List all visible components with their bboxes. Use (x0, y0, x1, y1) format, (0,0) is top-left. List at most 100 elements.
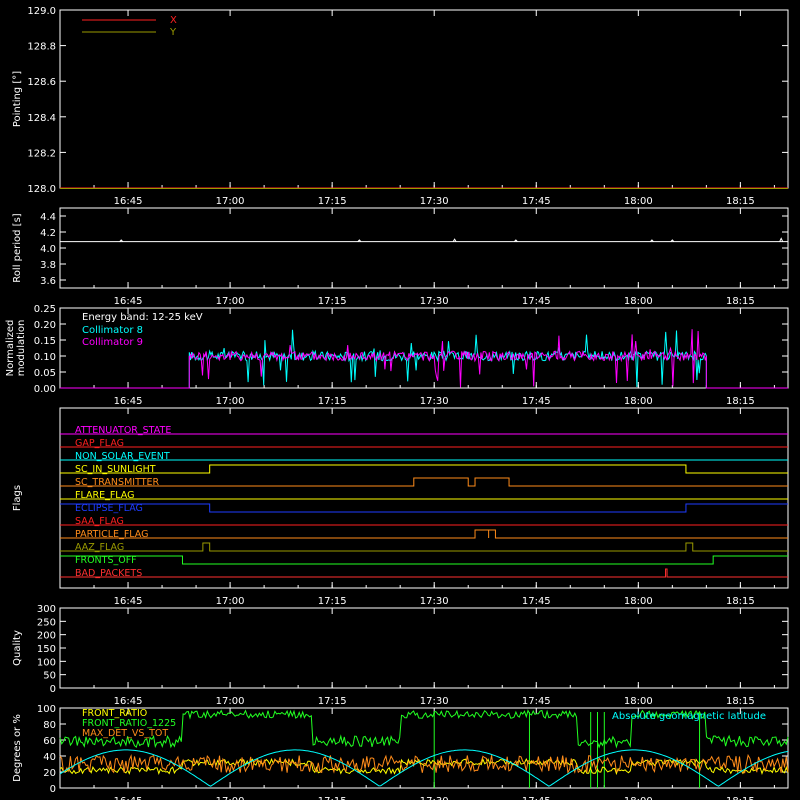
y-tick-label: 4.4 (40, 212, 56, 223)
x-tick-label: 18:00 (624, 796, 653, 800)
y-tick-label: 128.6 (27, 77, 56, 88)
x-tick-label: 17:45 (522, 796, 551, 800)
y-tick-label: 300 (37, 604, 56, 615)
x-tick-label: 17:45 (522, 396, 551, 407)
x-tick-label: 17:45 (522, 696, 551, 707)
x-tick-label: 17:00 (216, 796, 245, 800)
x-tick-label: 17:15 (318, 596, 347, 607)
x-tick-label: 17:30 (420, 196, 449, 207)
x-tick-label: 17:15 (318, 196, 347, 207)
y-tick-label: 0.10 (34, 352, 56, 363)
series-max-det-vs-tot (59, 753, 789, 775)
x-tick-label: 17:30 (420, 696, 449, 707)
x-tick-label: 18:15 (726, 196, 755, 207)
x-tick-label: 18:00 (624, 596, 653, 607)
x-tick-label: 18:00 (624, 396, 653, 407)
y-tick-label: 100 (37, 704, 56, 715)
y-tick-label: 128.0 (27, 184, 56, 195)
flag-line (60, 542, 788, 552)
flag-line (60, 529, 788, 539)
y-tick-label: 0.25 (34, 304, 56, 315)
y-axis-label: Degrees or % (12, 714, 23, 782)
legend-label: X (170, 15, 177, 26)
x-tick-label: 17:45 (522, 196, 551, 207)
y-tick-label: 128.8 (27, 42, 56, 53)
panel-flags: 16:45 17:00 17:15 17:30 17:45 18:00 18:15 Flags… (12, 407, 789, 607)
panel-pointing: 16:45 17:00 17:15 17:30 17:45 18:00 18:15 128.0… (12, 6, 789, 207)
legend-label: Collimator 8 (82, 325, 143, 336)
panel-modulation: 16:45 17:00 17:15 17:30 17:45 18:00 18:15 0.00 0… (5, 304, 789, 407)
x-tick-label: 17:00 (216, 396, 245, 407)
y-tick-label: 50 (43, 671, 56, 682)
y-tick-label: 200 (37, 631, 56, 642)
x-tick-label: 17:45 (522, 296, 551, 307)
y-tick-label: 0.20 (34, 320, 56, 331)
x-tick-label: 18:00 (624, 196, 653, 207)
x-tick-label: 18:15 (726, 796, 755, 800)
y-tick-label: 4.2 (40, 228, 56, 239)
y-tick-label: 0 (50, 784, 56, 795)
flag-label: FRONTS_OFF (75, 555, 137, 566)
x-tick-label: 18:15 (726, 696, 755, 707)
panel-quality: 16:45 17:00 17:15 17:30 17:45 18:00 18:15 0 50 10… (12, 604, 789, 707)
flag-line (60, 477, 788, 487)
x-tick-label: 17:00 (216, 296, 245, 307)
x-tick-label: 17:15 (318, 296, 347, 307)
y-tick-label: 0.00 (34, 384, 56, 395)
y-tick-label: 150 (37, 644, 56, 655)
x-tick-label: 18:00 (624, 696, 653, 707)
y-tick-label: 3.6 (40, 276, 56, 287)
y-tick-label: 128.2 (27, 148, 56, 159)
x-tick-label: 18:00 (624, 296, 653, 307)
x-tick-label: 17:30 (420, 596, 449, 607)
y-tick-label: 128.4 (27, 113, 56, 124)
legend-label: MAX_DET_VS_TOT (82, 728, 168, 739)
flag-line (60, 464, 788, 474)
x-tick-label: 17:00 (216, 696, 245, 707)
flag-line (60, 555, 788, 565)
y-axis-label: Roll period [s] (12, 213, 23, 282)
stacked-time-series-figure: 16:45 17:00 17:15 17:30 17:45 18:00 18:15 128.0… (5, 6, 789, 800)
x-tick-label: 16:45 (114, 296, 143, 307)
x-tick-label: 18:15 (726, 296, 755, 307)
latitude-annotation: Absolute geomagnetic latitude (612, 711, 766, 722)
flag-line (60, 568, 788, 578)
y-tick-label: 60 (43, 736, 56, 747)
flag-label: ECLIPSE_FLAG (75, 503, 143, 514)
y-tick-label: 4.0 (40, 244, 56, 255)
y-tick-label: 20 (43, 768, 56, 779)
x-tick-label: 17:45 (522, 596, 551, 607)
y-axis-label: Pointing [°] (12, 71, 23, 127)
x-tick-label: 18:15 (726, 396, 755, 407)
y-tick-label: 0.05 (34, 368, 56, 379)
flag-line (60, 503, 788, 513)
panel-frame (59, 207, 789, 289)
x-tick-label: 16:45 (114, 796, 143, 800)
x-tick-label: 17:00 (216, 196, 245, 207)
y-tick-label: 0.15 (34, 336, 56, 347)
y-axis-label: Quality (12, 630, 23, 666)
x-tick-label: 17:30 (420, 796, 449, 800)
x-tick-label: 16:45 (114, 196, 143, 207)
y-axis-label: Flags (12, 485, 23, 511)
y-axis-label: modulation (16, 320, 27, 377)
panel-geomag: 16:45 17:00 17:15 17:30 17:45 18:00 18:15 0 20 40… (12, 704, 789, 800)
panel-roll: 16:45 17:00 17:15 17:30 17:45 18:00 18:15 3.6 3.… (12, 207, 789, 307)
x-tick-label: 17:15 (318, 696, 347, 707)
x-tick-label: 17:30 (420, 296, 449, 307)
x-tick-label: 17:15 (318, 796, 347, 800)
x-tick-label: 17:30 (420, 396, 449, 407)
y-tick-label: 100 (37, 657, 56, 668)
x-tick-label: 17:15 (318, 396, 347, 407)
legend-label: Y (169, 27, 177, 38)
x-tick-label: 16:45 (114, 596, 143, 607)
legend-title: Energy band: 12-25 keV (82, 312, 203, 323)
x-tick-label: 18:15 (726, 596, 755, 607)
x-tick-label: 16:45 (114, 696, 143, 707)
y-tick-label: 250 (37, 617, 56, 628)
panel-frame (59, 607, 789, 689)
y-tick-label: 129.0 (27, 6, 56, 17)
y-axis-label: Normalized (5, 320, 16, 377)
modulation-series-9 (60, 329, 788, 389)
x-tick-label: 17:00 (216, 596, 245, 607)
